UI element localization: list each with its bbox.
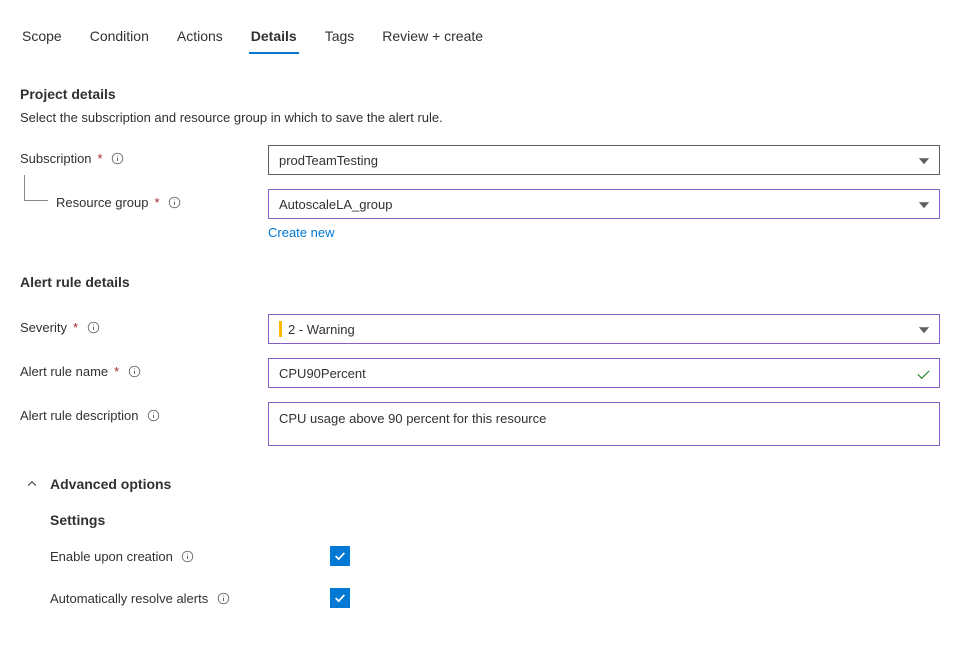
tab-review-label: Review + create [382, 28, 483, 44]
indent-connector [24, 175, 48, 201]
severity-label-col: Severity * [20, 314, 268, 335]
severity-label: Severity [20, 320, 67, 335]
auto-resolve-label-col: Automatically resolve alerts [50, 591, 330, 606]
project-details-description: Select the subscription and resource gro… [20, 110, 954, 125]
required-asterisk: * [73, 320, 78, 335]
info-icon[interactable] [127, 365, 141, 379]
create-new-link[interactable]: Create new [268, 225, 334, 240]
advanced-options-toggle[interactable]: Advanced options [26, 476, 954, 492]
check-icon [333, 591, 347, 605]
resource-group-label: Resource group [56, 195, 149, 210]
tab-scope[interactable]: Scope [20, 20, 64, 54]
alert-rule-details-title: Alert rule details [20, 274, 954, 290]
check-icon [333, 549, 347, 563]
enable-upon-creation-label: Enable upon creation [50, 549, 173, 564]
tab-review[interactable]: Review + create [380, 20, 485, 54]
project-details-title: Project details [20, 86, 954, 102]
subscription-value: prodTeamTesting [279, 153, 378, 168]
alert-rule-description-input-col: CPU usage above 90 percent for this reso… [268, 402, 940, 446]
alert-rule-description-label: Alert rule description [20, 408, 139, 423]
settings-block: Settings Enable upon creation Automatica… [50, 512, 954, 608]
enable-upon-creation-row: Enable upon creation [50, 546, 954, 566]
severity-input-col: 2 - Warning [268, 314, 940, 344]
resource-group-value: AutoscaleLA_group [279, 197, 392, 212]
chevron-down-icon [917, 153, 931, 167]
tab-details-label: Details [251, 28, 297, 44]
severity-value: 2 - Warning [288, 322, 355, 337]
enable-upon-creation-checkbox[interactable] [330, 546, 350, 566]
required-asterisk: * [98, 151, 103, 166]
info-icon[interactable] [147, 409, 161, 423]
tabs-bar: Scope Condition Actions Details Tags Rev… [20, 20, 954, 54]
severity-dropdown[interactable]: 2 - Warning [268, 314, 940, 344]
resource-group-label-col: Resource group * [20, 189, 268, 210]
resource-group-dropdown[interactable]: AutoscaleLA_group [268, 189, 940, 219]
resource-group-input-col: AutoscaleLA_group Create new [268, 189, 940, 240]
tab-actions-label: Actions [177, 28, 223, 44]
alert-rule-name-value: CPU90Percent [279, 366, 366, 381]
tab-tags[interactable]: Tags [323, 20, 357, 54]
tab-condition[interactable]: Condition [88, 20, 151, 54]
project-details-section: Project details Select the subscription … [20, 86, 954, 240]
alert-rule-name-input-col: CPU90Percent [268, 358, 940, 388]
alert-rule-name-row: Alert rule name * CPU90Percent [20, 358, 954, 388]
subscription-dropdown[interactable]: prodTeamTesting [268, 145, 940, 175]
auto-resolve-checkbox[interactable] [330, 588, 350, 608]
subscription-label-col: Subscription * [20, 145, 268, 166]
auto-resolve-label: Automatically resolve alerts [50, 591, 208, 606]
alert-rule-details-section: Alert rule details Severity * 2 - Warnin… [20, 274, 954, 446]
info-icon[interactable] [111, 152, 125, 166]
subscription-label: Subscription [20, 151, 92, 166]
chevron-down-icon [917, 322, 931, 336]
enable-upon-creation-label-col: Enable upon creation [50, 549, 330, 564]
severity-row: Severity * 2 - Warning [20, 314, 954, 344]
advanced-options-title: Advanced options [50, 476, 171, 492]
settings-title: Settings [50, 512, 954, 528]
info-icon[interactable] [181, 549, 195, 563]
alert-rule-description-row: Alert rule description CPU usage above 9… [20, 402, 954, 446]
alert-rule-name-label: Alert rule name [20, 364, 108, 379]
tab-details[interactable]: Details [249, 20, 299, 54]
subscription-row: Subscription * prodTeamTesting [20, 145, 954, 175]
alert-rule-description-label-col: Alert rule description [20, 402, 268, 423]
auto-resolve-row: Automatically resolve alerts [50, 588, 954, 608]
required-asterisk: * [114, 364, 119, 379]
info-icon[interactable] [168, 196, 182, 210]
alert-rule-name-label-col: Alert rule name * [20, 358, 268, 379]
subscription-input-col: prodTeamTesting [268, 145, 940, 175]
tab-tags-label: Tags [325, 28, 355, 44]
info-icon[interactable] [86, 321, 100, 335]
alert-rule-description-input[interactable]: CPU usage above 90 percent for this reso… [268, 402, 940, 446]
alert-rule-name-input[interactable]: CPU90Percent [268, 358, 940, 388]
required-asterisk: * [155, 195, 160, 210]
alert-rule-description-value: CPU usage above 90 percent for this reso… [279, 411, 546, 426]
severity-color-indicator [279, 321, 282, 337]
chevron-up-icon [26, 478, 38, 490]
tab-actions[interactable]: Actions [175, 20, 225, 54]
tab-condition-label: Condition [90, 28, 149, 44]
tab-scope-label: Scope [22, 28, 62, 44]
info-icon[interactable] [216, 591, 230, 605]
chevron-down-icon [917, 197, 931, 211]
resource-group-row: Resource group * AutoscaleLA_group Creat… [20, 189, 954, 240]
